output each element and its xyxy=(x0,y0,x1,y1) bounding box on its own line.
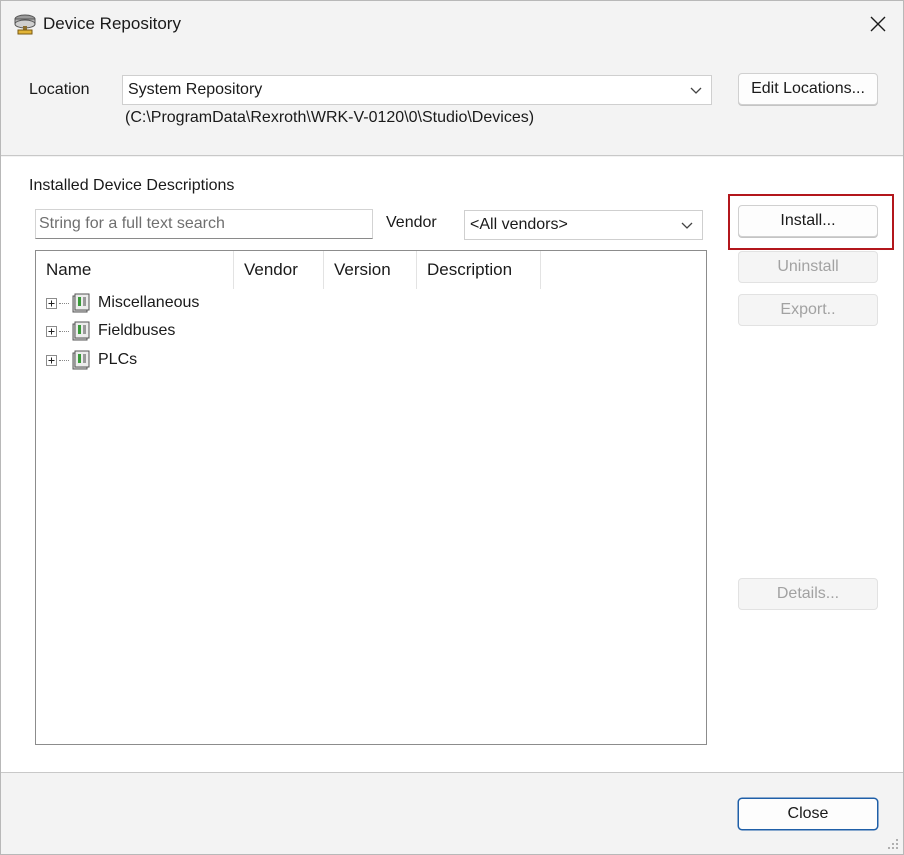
expand-plus-icon[interactable] xyxy=(46,297,57,309)
window-title: Device Repository xyxy=(43,14,181,33)
column-header-description[interactable]: Description xyxy=(417,251,541,289)
uninstall-button[interactable]: Uninstall xyxy=(738,251,878,283)
tree-item-label: PLCs xyxy=(98,351,138,368)
install-button[interactable]: Install... xyxy=(738,205,878,237)
location-label: Location xyxy=(29,81,90,98)
device-repository-icon xyxy=(14,14,36,35)
device-repository-window: Device Repository Location System Reposi… xyxy=(0,0,904,855)
column-header-name[interactable]: Name xyxy=(36,251,234,289)
device-folder-icon xyxy=(72,321,90,341)
tree-item-miscellaneous[interactable]: Miscellaneous xyxy=(46,289,199,317)
device-folder-icon xyxy=(72,350,90,370)
tree-item-label: Fieldbuses xyxy=(98,322,176,339)
export-button[interactable]: Export.. xyxy=(738,294,878,326)
vendor-label: Vendor xyxy=(386,214,437,231)
installed-section-label: Installed Device Descriptions xyxy=(29,177,235,194)
column-header-version[interactable]: Version xyxy=(324,251,417,289)
details-button[interactable]: Details... xyxy=(738,578,878,610)
chevron-down-icon xyxy=(681,222,693,229)
dialog-footer: Close xyxy=(1,774,903,854)
close-icon xyxy=(870,16,886,32)
expand-plus-icon[interactable] xyxy=(46,325,57,337)
chevron-down-icon xyxy=(690,87,702,94)
close-button[interactable]: Close xyxy=(738,798,878,830)
tree-item-label: Miscellaneous xyxy=(98,294,200,311)
device-folder-icon xyxy=(72,293,90,313)
location-section: Location System Repository (C:\ProgramDa… xyxy=(1,49,903,156)
vendor-selected-value: <All vendors> xyxy=(470,216,568,233)
tree-connector xyxy=(59,330,69,332)
resize-grip-icon[interactable] xyxy=(887,838,899,850)
location-combobox[interactable]: System Repository xyxy=(122,75,712,105)
expand-plus-icon[interactable] xyxy=(46,354,57,366)
vendor-combobox[interactable]: <All vendors> xyxy=(464,210,703,240)
edit-locations-button[interactable]: Edit Locations... xyxy=(738,73,878,105)
tree-item-plcs[interactable]: PLCs xyxy=(46,346,137,374)
tree-connector xyxy=(59,359,69,361)
column-header-vendor[interactable]: Vendor xyxy=(234,251,324,289)
window-close-button[interactable] xyxy=(853,1,903,47)
location-path: (C:\ProgramData\Rexroth\WRK-V-0120\0\Stu… xyxy=(125,109,535,126)
tree-item-fieldbuses[interactable]: Fieldbuses xyxy=(46,317,175,345)
location-selected-value: System Repository xyxy=(128,81,263,98)
tree-header: Name Vendor Version Description xyxy=(36,251,706,289)
tree-connector xyxy=(59,302,69,304)
device-tree[interactable]: Name Vendor Version Description Miscella… xyxy=(35,250,707,745)
full-text-search-input[interactable] xyxy=(35,209,373,239)
title-bar: Device Repository xyxy=(1,1,903,49)
